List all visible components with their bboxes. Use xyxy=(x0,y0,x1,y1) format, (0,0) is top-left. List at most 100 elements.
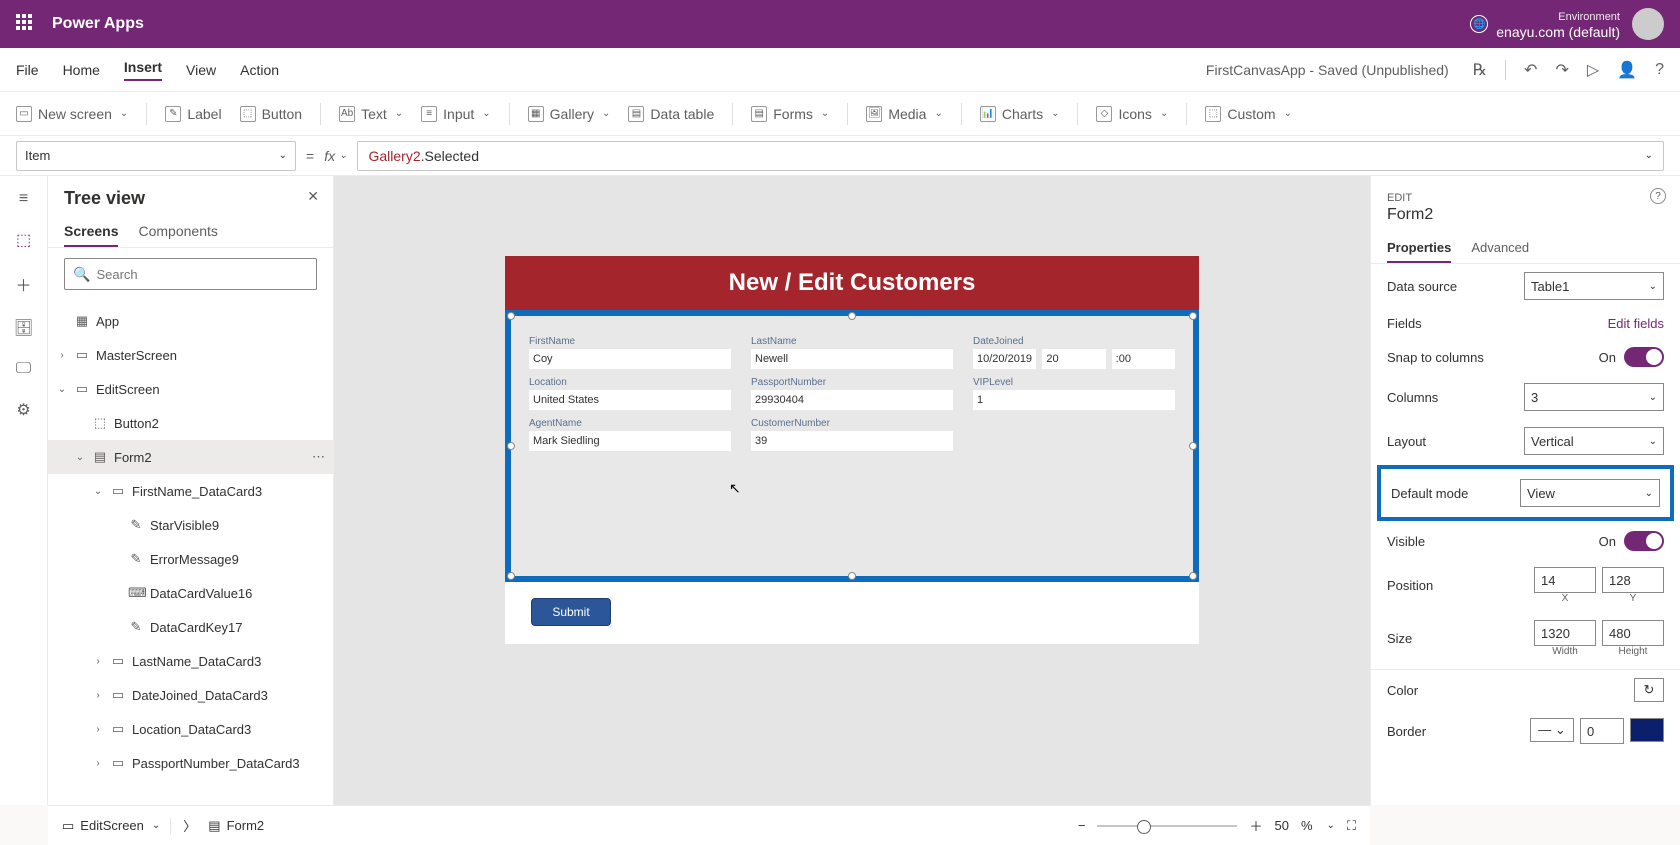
tree-view-icon[interactable]: ⬚ xyxy=(16,230,31,250)
media-button[interactable]: 🖼Media⌄ xyxy=(866,106,943,122)
tree-item[interactable]: ›▭LastName_DataCard3 xyxy=(48,644,333,678)
tree-item[interactable]: ✎StarVisible9 xyxy=(48,508,333,542)
button-button[interactable]: ⬚Button xyxy=(240,106,302,122)
border-color-picker[interactable] xyxy=(1630,718,1664,742)
screen-title: New / Edit Customers xyxy=(505,256,1199,310)
field-agentname[interactable]: Mark Siedling xyxy=(529,431,731,451)
datasource-select[interactable]: Table1⌄ xyxy=(1524,272,1664,300)
field-datejoined-min[interactable]: :00 xyxy=(1112,349,1175,369)
tree-item[interactable]: ✎DataCardKey17 xyxy=(48,610,333,644)
color-picker[interactable]: ↻ xyxy=(1634,678,1664,702)
field-customernumber[interactable]: 39 xyxy=(751,431,953,451)
input-button[interactable]: ≡Input⌄ xyxy=(421,106,491,122)
field-passport[interactable]: 29930404 xyxy=(751,390,953,410)
tree-item[interactable]: ▦App xyxy=(48,304,333,338)
insert-toolbar: ▭New screen⌄ ✎Label ⬚Button AbText⌄ ≡Inp… xyxy=(0,92,1680,136)
tree-item[interactable]: ›▭Location_DataCard3 xyxy=(48,712,333,746)
new-screen-button[interactable]: ▭New screen⌄ xyxy=(16,106,128,122)
field-location[interactable]: United States xyxy=(529,390,731,410)
field-datejoined-hour[interactable]: 20 xyxy=(1042,349,1105,369)
tree-item[interactable]: ›▭PassportNumber_DataCard3 xyxy=(48,746,333,780)
menu-action[interactable]: Action xyxy=(240,62,279,78)
field-lastname[interactable]: Newell xyxy=(751,349,953,369)
tab-advanced[interactable]: Advanced xyxy=(1471,234,1529,263)
default-mode-select[interactable]: View⌄ xyxy=(1520,479,1660,507)
property-selector[interactable]: Item⌄ xyxy=(16,141,296,171)
charts-button[interactable]: 📊Charts⌄ xyxy=(980,106,1060,122)
icons-button[interactable]: ◇Icons⌄ xyxy=(1096,106,1168,122)
env-name: enayu.com (default) xyxy=(1496,24,1620,41)
data-icon[interactable]: 🗄 xyxy=(13,318,33,338)
field-viplevel[interactable]: 1 xyxy=(973,390,1175,410)
gallery-button[interactable]: ▦Gallery⌄ xyxy=(528,106,611,122)
search-input[interactable] xyxy=(96,267,308,282)
help-icon[interactable]: ? xyxy=(1655,61,1664,79)
text-button[interactable]: AbText⌄ xyxy=(339,106,403,122)
datatable-button[interactable]: ▤Data table xyxy=(628,106,714,122)
layout-select[interactable]: Vertical⌄ xyxy=(1524,427,1664,455)
tree-item[interactable]: ›▭MasterScreen xyxy=(48,338,333,372)
tree-list: ▦App›▭MasterScreen⌄▭EditScreen⬚Button2⌄▤… xyxy=(48,300,333,780)
tree-search[interactable]: 🔍 xyxy=(64,258,317,290)
tree-item[interactable]: ⬚Button2 xyxy=(48,406,333,440)
tab-properties[interactable]: Properties xyxy=(1387,234,1451,263)
undo-icon[interactable]: ↶ xyxy=(1524,60,1537,80)
form2-selection[interactable]: ↖ FirstNameCoy LastNameNewell DateJoined… xyxy=(505,310,1199,582)
field-datejoined-date[interactable]: 10/20/2019 xyxy=(973,349,1036,369)
tree-item[interactable]: ⌄▭EditScreen xyxy=(48,372,333,406)
forms-button[interactable]: ▤Forms⌄ xyxy=(751,106,829,122)
avatar[interactable] xyxy=(1632,8,1664,40)
tree-view-panel: Tree view ✕ Screens Components 🔍 ▦App›▭M… xyxy=(48,176,334,805)
zoom-out-icon[interactable]: − xyxy=(1078,818,1086,833)
zoom-dropdown-icon[interactable]: ⌄ xyxy=(1327,820,1335,831)
height-input[interactable]: 480 xyxy=(1602,620,1664,646)
field-firstname[interactable]: Coy xyxy=(529,349,731,369)
width-input[interactable]: 1320 xyxy=(1534,620,1596,646)
label-button[interactable]: ✎Label xyxy=(165,106,221,122)
edit-fields-link[interactable]: Edit fields xyxy=(1608,316,1664,331)
tree-item[interactable]: ⌄▤Form2⋯ xyxy=(48,440,333,474)
equals-icon: = xyxy=(306,148,314,164)
pos-x-input[interactable]: 14 xyxy=(1534,567,1596,593)
app-checker-icon[interactable]: ℞ xyxy=(1473,60,1487,80)
breadcrumb-screen[interactable]: ▭EditScreen⌄ xyxy=(62,818,171,834)
formula-input[interactable]: Gallery2.Selected ⌄ xyxy=(357,141,1664,171)
breadcrumb-form[interactable]: ▤Form2 xyxy=(208,818,274,834)
redo-icon[interactable]: ↷ xyxy=(1555,60,1568,80)
media-rail-icon[interactable]: 🖵 xyxy=(16,360,31,378)
zoom-in-icon[interactable]: ＋ xyxy=(1249,816,1262,835)
border-style-select[interactable]: — ⌄ xyxy=(1530,718,1574,742)
visible-toggle[interactable] xyxy=(1624,531,1664,551)
pos-y-input[interactable]: 128 xyxy=(1602,567,1664,593)
advanced-tools-icon[interactable]: ⚙ xyxy=(16,400,30,420)
snap-toggle[interactable] xyxy=(1624,347,1664,367)
columns-select[interactable]: 3⌄ xyxy=(1524,383,1664,411)
fit-icon[interactable]: ⛶ xyxy=(1347,818,1356,834)
tree-item[interactable]: ⌨DataCardValue16 xyxy=(48,576,333,610)
add-icon[interactable]: ＋ xyxy=(15,272,31,296)
tab-screens[interactable]: Screens xyxy=(64,217,118,247)
play-icon[interactable]: ▷ xyxy=(1587,60,1599,80)
tree-item[interactable]: ⌄▭FirstName_DataCard3 xyxy=(48,474,333,508)
hamburger-icon[interactable]: ≡ xyxy=(19,190,28,208)
border-width-input[interactable]: 0 xyxy=(1580,718,1624,744)
menu-insert[interactable]: Insert xyxy=(124,59,162,81)
globe-icon: 🌐 xyxy=(1470,15,1488,33)
tree-item[interactable]: ✎ErrorMessage9 xyxy=(48,542,333,576)
fx-icon[interactable]: fx⌄ xyxy=(324,148,347,164)
submit-button[interactable]: Submit xyxy=(531,598,611,626)
custom-button[interactable]: ⬚Custom⌄ xyxy=(1205,106,1292,122)
close-icon[interactable]: ✕ xyxy=(307,188,319,205)
canvas-area[interactable]: New / Edit Customers ↖ FirstNameCoy Last… xyxy=(334,176,1370,805)
tab-components[interactable]: Components xyxy=(138,217,217,247)
zoom-slider[interactable] xyxy=(1097,825,1237,827)
expand-formula-icon[interactable]: ⌄ xyxy=(1645,150,1653,161)
menu-view[interactable]: View xyxy=(186,62,216,78)
menu-file[interactable]: File xyxy=(16,62,39,78)
environment-picker[interactable]: Environment enayu.com (default) xyxy=(1496,7,1620,41)
help-circle-icon[interactable]: ? xyxy=(1650,188,1666,204)
share-icon[interactable]: 👤 xyxy=(1617,60,1637,80)
menu-home[interactable]: Home xyxy=(63,62,100,78)
tree-item[interactable]: ›▭DateJoined_DataCard3 xyxy=(48,678,333,712)
waffle-icon[interactable] xyxy=(16,14,36,34)
